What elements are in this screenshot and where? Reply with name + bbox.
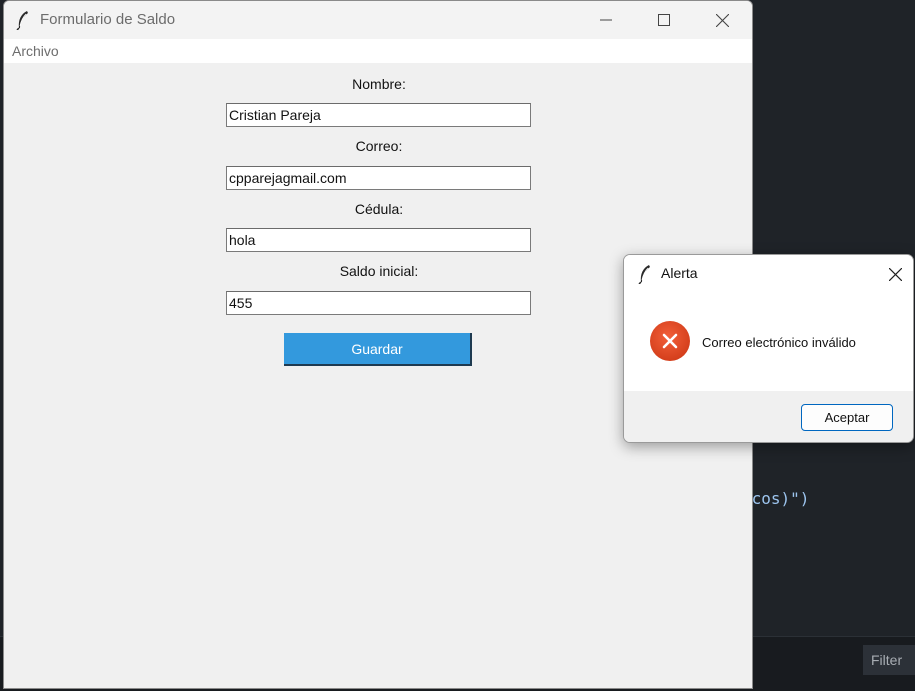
minimize-button[interactable] — [577, 1, 635, 39]
window-title: Formulario de Saldo — [40, 11, 176, 28]
title-bar[interactable]: Formulario de Saldo — [4, 1, 752, 39]
nombre-input[interactable]: Cristian Pareja — [226, 103, 531, 127]
alert-dialog: Alerta Correo electrónico inválido Acept… — [623, 254, 914, 443]
aceptar-button[interactable]: Aceptar — [801, 404, 893, 431]
alert-title-bar[interactable]: Alerta — [624, 255, 913, 293]
minimize-icon — [600, 19, 612, 21]
correo-input[interactable]: cpparejagmail.com — [226, 166, 531, 190]
alert-close-button[interactable] — [875, 255, 913, 293]
cedula-input[interactable]: hola — [226, 228, 531, 252]
feather-icon — [638, 265, 650, 284]
alert-footer: Aceptar — [624, 391, 913, 442]
feather-icon — [16, 11, 28, 30]
maximize-button[interactable] — [635, 1, 693, 39]
saldo-inicial-input[interactable]: 455 — [226, 291, 531, 315]
menu-bar: Archivo — [4, 39, 752, 63]
filter-input[interactable]: Filter — [863, 645, 915, 675]
guardar-button[interactable]: Guardar — [284, 333, 472, 366]
alert-message: Correo electrónico inválido — [702, 335, 856, 350]
maximize-icon — [658, 14, 670, 26]
close-icon — [888, 267, 902, 281]
close-button[interactable] — [693, 1, 751, 39]
alert-body: Correo electrónico inválido — [624, 293, 913, 391]
close-icon — [715, 13, 729, 27]
label-correo: Correo: — [355, 138, 403, 154]
label-cedula: Cédula: — [354, 201, 404, 217]
error-icon — [650, 321, 690, 361]
menu-archivo[interactable]: Archivo — [12, 43, 59, 59]
alert-title: Alerta — [661, 265, 698, 281]
label-nombre: Nombre: — [352, 76, 406, 92]
